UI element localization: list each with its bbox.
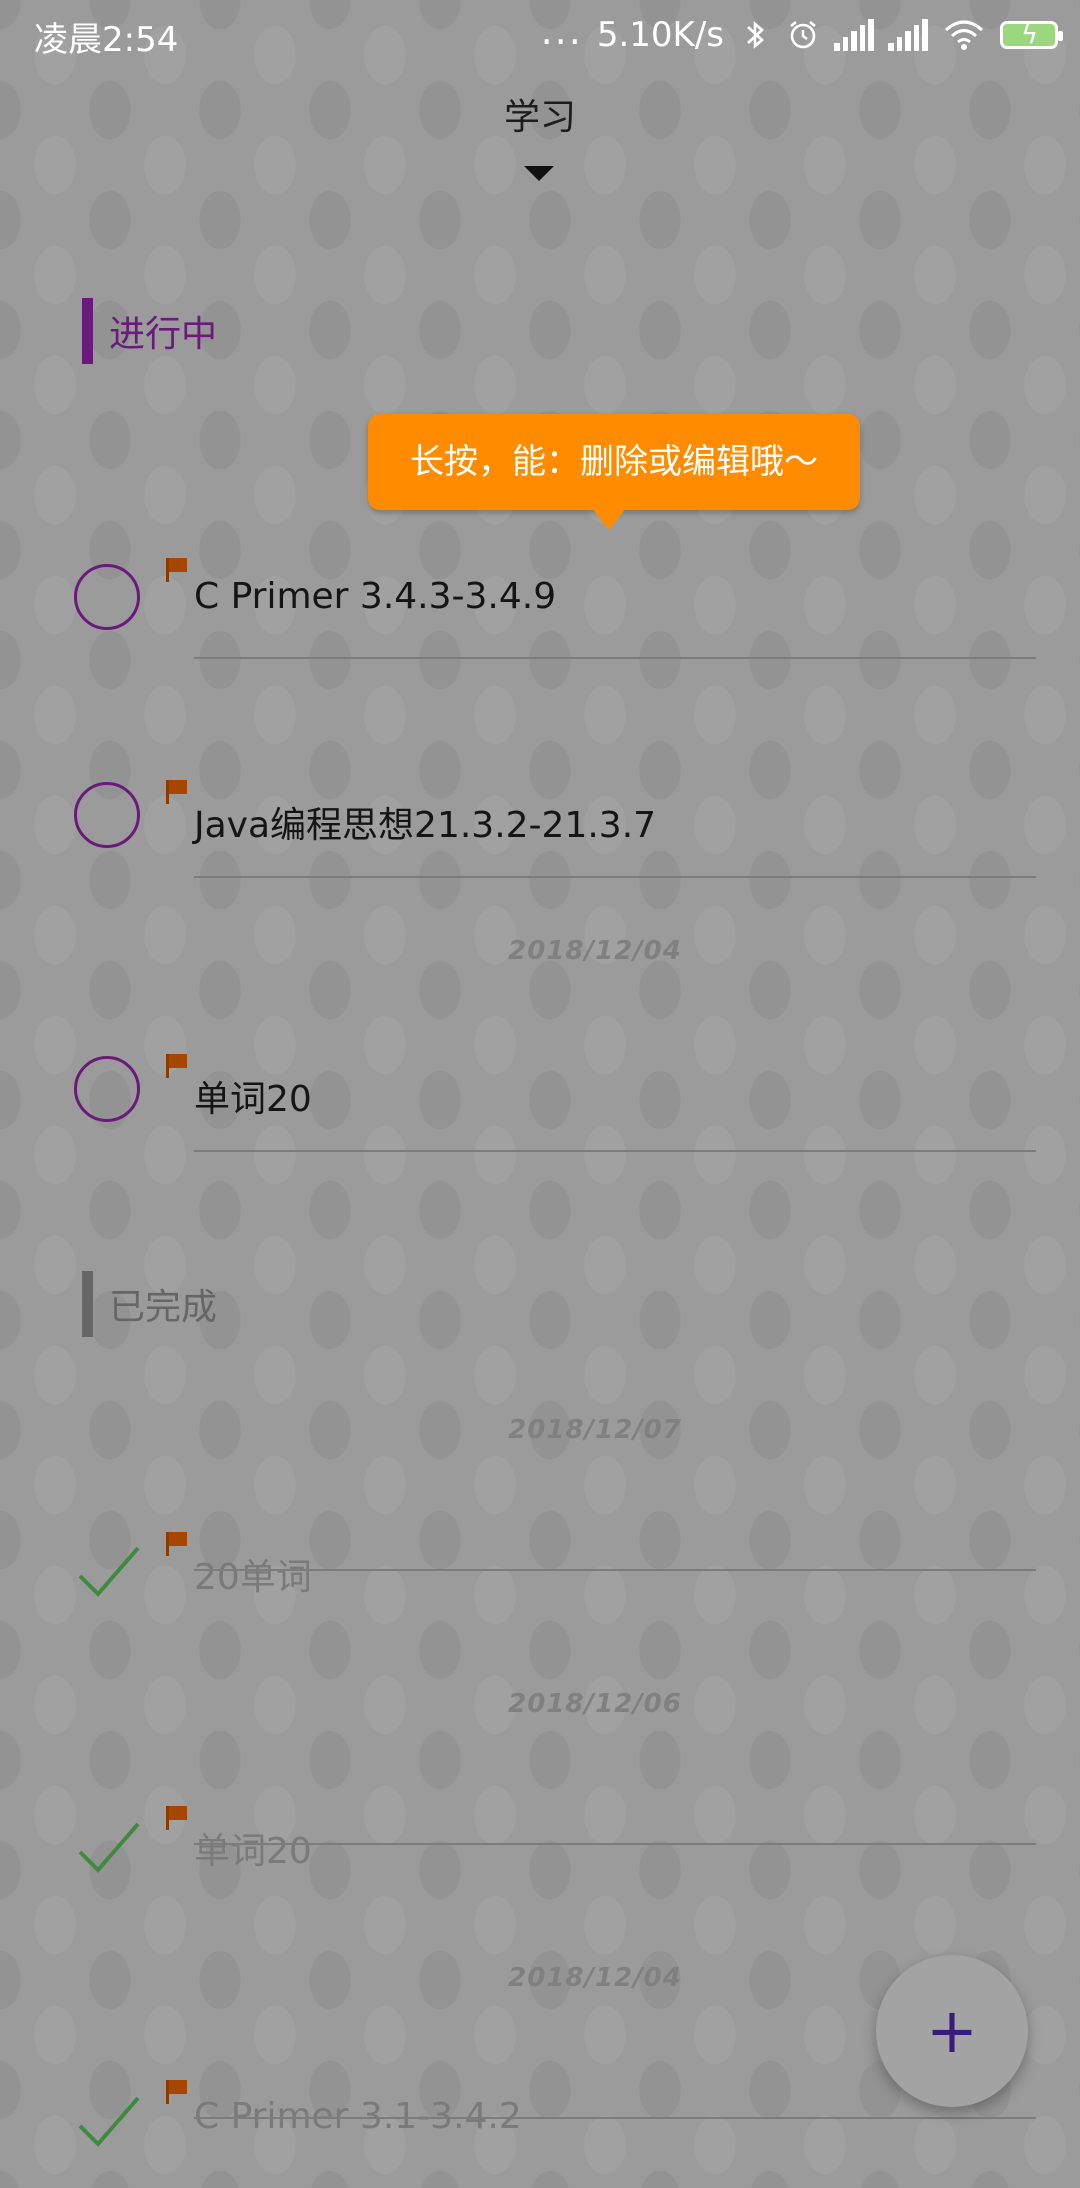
section-in-progress: 进行中 xyxy=(82,298,217,364)
todo-item-completed[interactable]: 单词20 xyxy=(0,1794,1080,1914)
todo-underline xyxy=(194,1150,1036,1152)
signal-icon xyxy=(834,19,874,51)
strikethrough-line xyxy=(194,2117,1036,2119)
flag-icon xyxy=(166,1532,188,1556)
todo-underline xyxy=(194,876,1036,878)
plus-icon: + xyxy=(926,1994,978,2067)
todo-title: 20单词 xyxy=(194,1557,312,1598)
date-label: 2018/12/06 xyxy=(508,1689,682,1719)
status-icons: ... 5.10K/s ϟ xyxy=(540,9,1063,60)
section-indicator-bar xyxy=(82,1271,93,1337)
bluetooth-icon xyxy=(738,18,772,52)
flag-icon xyxy=(166,1054,188,1078)
todo-item[interactable]: 单词20 xyxy=(0,1032,1080,1152)
hint-tooltip[interactable]: 长按，能：删除或编辑哦～ xyxy=(368,414,860,530)
status-bar: 凌晨2:54 ... 5.10K/s ϟ xyxy=(0,0,1080,70)
page-title[interactable]: 学习 xyxy=(0,88,1080,140)
status-time: 凌晨2:54 xyxy=(34,20,179,60)
incomplete-circle-icon[interactable] xyxy=(74,782,140,848)
flag-icon xyxy=(166,2080,188,2104)
caret-down-icon[interactable] xyxy=(524,166,554,181)
incomplete-circle-icon[interactable] xyxy=(74,564,140,630)
more-dots: ... xyxy=(540,9,583,53)
section-title: 进行中 xyxy=(109,314,218,355)
signal-icon xyxy=(888,19,928,51)
todo-item[interactable]: Java编程思想21.3.2-21.3.7 xyxy=(0,758,1080,878)
network-speed: 5.10K/s xyxy=(596,15,724,55)
check-icon[interactable] xyxy=(78,2096,140,2148)
section-title: 已完成 xyxy=(109,1287,218,1328)
section-completed: 已完成 xyxy=(82,1271,217,1337)
todo-underline xyxy=(194,657,1036,659)
add-todo-button[interactable]: + xyxy=(876,1955,1028,2107)
todo-item[interactable]: C Primer 3.4.3-3.4.9 xyxy=(0,540,1080,660)
wifi-icon xyxy=(942,18,986,52)
todo-title: Java编程思想21.3.2-21.3.7 xyxy=(194,805,657,846)
section-indicator-bar xyxy=(82,298,93,364)
check-icon[interactable] xyxy=(78,1822,140,1874)
incomplete-circle-icon[interactable] xyxy=(74,1056,140,1122)
flag-icon xyxy=(166,558,188,582)
strikethrough-line xyxy=(194,1569,1036,1571)
battery-charging-icon: ϟ xyxy=(1000,21,1063,49)
todo-item-completed[interactable]: 20单词 xyxy=(0,1520,1080,1640)
todo-title: C Primer 3.4.3-3.4.9 xyxy=(194,576,557,617)
date-label: 2018/12/04 xyxy=(508,936,682,966)
flag-icon xyxy=(166,1806,188,1830)
date-label: 2018/12/07 xyxy=(508,1415,682,1445)
todo-title: 单词20 xyxy=(194,1079,312,1120)
todo-title: 单词20 xyxy=(194,1831,312,1872)
alarm-icon xyxy=(786,18,820,52)
check-icon[interactable] xyxy=(78,1546,140,1598)
strikethrough-line xyxy=(194,1843,1036,1845)
flag-icon xyxy=(166,780,188,804)
